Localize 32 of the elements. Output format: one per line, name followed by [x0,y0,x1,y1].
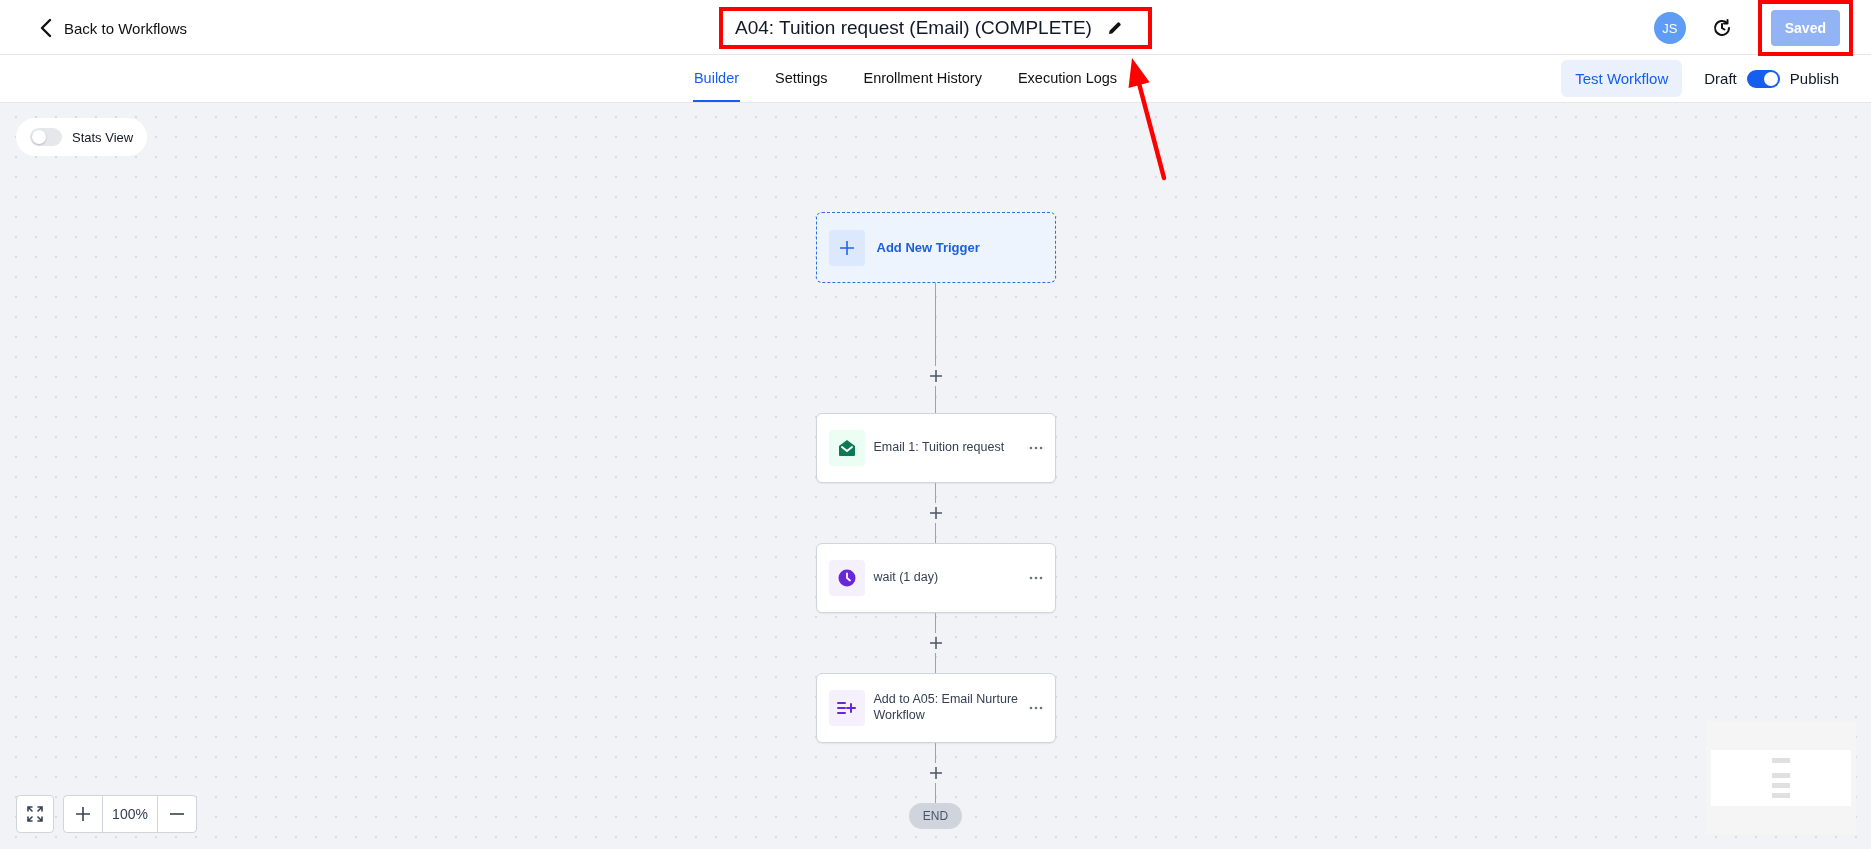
plus-icon [76,807,90,821]
fit-view-button[interactable] [16,795,54,833]
more-icon[interactable] [1028,576,1043,580]
step-label: Email 1: Tuition request [873,440,1006,456]
more-icon[interactable] [1028,706,1043,710]
workflow-step-card[interactable]: wait (1 day) [815,543,1056,613]
back-link[interactable]: Back to Workflows [40,18,188,38]
publish-label: Publish [1789,70,1839,87]
step-label: wait (1 day) [873,570,940,586]
plus-icon [838,239,855,256]
step-label: Add to A05: Email Nurture Workflow [873,692,1020,724]
tab[interactable]: Execution Logs [1016,55,1119,102]
draft-label: Draft [1704,70,1737,87]
end-marker: END [908,803,963,829]
envelope-icon [837,439,856,457]
add-trigger-button[interactable]: Add New Trigger [815,212,1056,283]
stats-view-toggle[interactable]: Stats View [16,118,148,156]
tab[interactable]: Settings [774,55,829,102]
back-icon [40,18,52,38]
tab[interactable]: Enrollment History [862,55,983,102]
workflow-title: A04: Tuition request (Email) (COMPLETE) [735,17,1092,39]
workflow-step-card[interactable]: Add to A05: Email Nurture Workflow [815,673,1056,743]
history-icon[interactable] [1711,18,1732,38]
test-workflow-button[interactable]: Test Workflow [1561,60,1683,97]
publish-toggle[interactable] [1746,69,1780,88]
clock-icon [837,569,856,587]
more-icon[interactable] [1028,446,1043,450]
zoom-level: 100% [102,796,158,832]
workflow-step-card[interactable]: Email 1: Tuition request [815,413,1056,483]
edit-icon[interactable] [1107,21,1122,35]
list-add-icon [836,701,857,715]
fit-view-icon [27,806,43,822]
